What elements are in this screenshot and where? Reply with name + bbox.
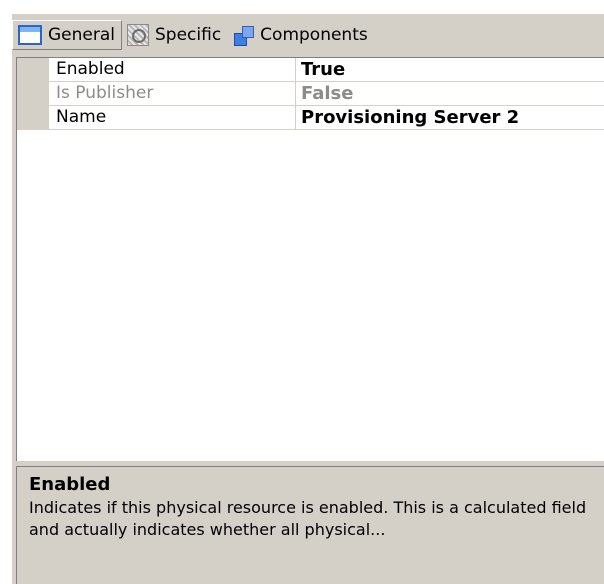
property-name: Is Publisher <box>49 82 296 105</box>
tab-components-label: Components <box>260 25 368 45</box>
components-icon <box>232 24 255 46</box>
property-grid: Enabled True Is Publisher False Name Pro… <box>16 57 604 461</box>
description-text: Indicates if this physical resource is e… <box>29 498 587 539</box>
property-value[interactable]: Provisioning Server 2 <box>296 106 604 129</box>
row-gutter <box>17 106 49 129</box>
tab-specific-label: Specific <box>155 25 222 45</box>
row-gutter <box>17 58 49 81</box>
specific-icon <box>127 24 149 46</box>
property-panel: General Specific Components Enabled True… <box>12 14 604 584</box>
description-pane: Enabled Indicates if this physical resou… <box>16 466 604 584</box>
tab-components[interactable]: Components <box>227 20 374 50</box>
property-value: False <box>301 83 354 104</box>
property-name: Enabled <box>49 58 296 81</box>
description-title: Enabled <box>29 474 111 495</box>
property-value[interactable]: True <box>296 58 604 81</box>
tab-general[interactable]: General <box>12 20 122 50</box>
property-row-name[interactable]: Name Provisioning Server 2 <box>17 106 604 130</box>
property-row-is-publisher[interactable]: Is Publisher False <box>17 82 604 106</box>
property-row-enabled[interactable]: Enabled True <box>17 58 604 82</box>
row-gutter <box>17 82 49 105</box>
tab-general-label: General <box>48 25 115 45</box>
tab-specific[interactable]: Specific <box>122 20 227 50</box>
tab-toolbar: General Specific Components <box>12 14 604 56</box>
general-icon <box>18 25 42 45</box>
property-name: Name <box>49 106 296 129</box>
